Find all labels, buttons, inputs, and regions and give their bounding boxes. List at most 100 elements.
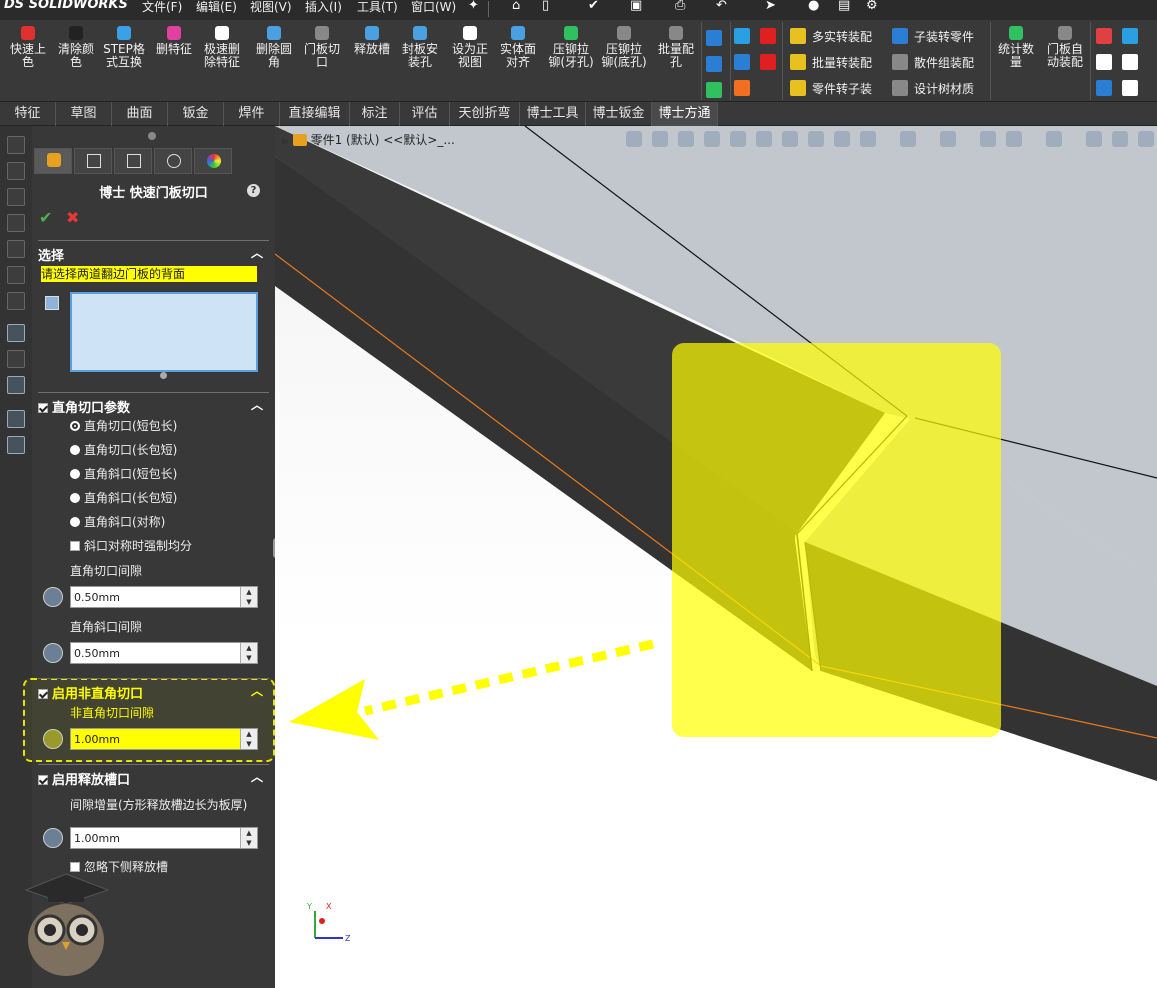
stat-count-button[interactable]: 统计数 量 xyxy=(994,26,1038,69)
tool-icon[interactable] xyxy=(7,350,25,368)
icon-g[interactable] xyxy=(734,80,750,96)
menu-edit[interactable]: 编辑(E) xyxy=(196,0,237,15)
ribbon-button[interactable]: 极速删 除特征 xyxy=(198,26,246,69)
ribbon-button[interactable]: 释放槽 xyxy=(348,26,396,56)
tab-7[interactable]: 评估 xyxy=(400,102,450,126)
ribbon-button[interactable]: 压铆拉 铆(底孔) xyxy=(598,26,650,69)
sub-part-icon[interactable] xyxy=(892,28,908,44)
ribbon-button[interactable]: 实体面 对齐 xyxy=(494,26,542,69)
menu-tools[interactable]: 工具(T) xyxy=(357,0,398,15)
relief-checkbox[interactable] xyxy=(38,775,48,785)
view-cube-icon[interactable] xyxy=(860,131,876,147)
dimxpert-tab[interactable] xyxy=(154,148,192,174)
graphics-area[interactable]: Y X Z xyxy=(275,126,1157,988)
multi-body-icon[interactable] xyxy=(790,28,806,44)
gear-icon[interactable]: ⚙ xyxy=(866,0,878,13)
gap1-input[interactable]: 0.50mm ▲ ▼ xyxy=(70,586,258,608)
section-relief[interactable]: 启用释放槽口 ︿ xyxy=(38,764,269,788)
tab-0[interactable]: 特征 xyxy=(0,102,56,126)
menu-window[interactable]: 窗口(W) xyxy=(411,0,456,15)
tool-icon[interactable] xyxy=(7,240,25,258)
section-selection[interactable]: 选择 ︿ xyxy=(38,240,269,264)
selection-box[interactable] xyxy=(70,292,258,372)
tool-icon[interactable] xyxy=(7,266,25,284)
icon-l[interactable] xyxy=(1096,80,1112,96)
tab-3[interactable]: 钣金 xyxy=(168,102,224,126)
part-sub-icon[interactable] xyxy=(790,80,806,96)
spin-up-icon[interactable]: ▲ xyxy=(241,828,257,838)
home-icon[interactable]: ⌂ xyxy=(512,0,520,13)
config-tab[interactable] xyxy=(114,148,152,174)
radio-button[interactable] xyxy=(70,517,80,527)
chevron-up-icon[interactable]: ︿ xyxy=(251,244,263,261)
tool-icon[interactable] xyxy=(7,136,25,154)
realview-icon[interactable] xyxy=(1112,131,1128,147)
menu-view[interactable]: 视图(V) xyxy=(250,0,292,15)
scale-icon[interactable] xyxy=(808,131,824,147)
view-orientation-icon[interactable] xyxy=(756,131,772,147)
section-non-right-angle[interactable]: 启用非直角切口 ︿ xyxy=(38,678,269,702)
tool-icon[interactable] xyxy=(7,410,25,428)
resize-handle[interactable] xyxy=(160,372,167,379)
tool-icon[interactable] xyxy=(7,162,25,180)
tab-1[interactable]: 草图 xyxy=(56,102,112,126)
spin-up-icon[interactable]: ▲ xyxy=(241,729,257,739)
gap2-input[interactable]: 0.50mm ▲ ▼ xyxy=(70,642,258,664)
radio-option[interactable]: 直角切口(长包短) xyxy=(70,441,177,458)
ribbon-button[interactable]: 批量配 孔 xyxy=(652,26,700,69)
tab-5[interactable]: 直接编辑 xyxy=(280,102,350,126)
spin-up-icon[interactable]: ▲ xyxy=(241,587,257,597)
right-angle-checkbox[interactable] xyxy=(38,403,48,413)
tab-2[interactable]: 曲面 xyxy=(112,102,168,126)
zoom-fit-icon[interactable] xyxy=(652,131,668,147)
tool-icon[interactable] xyxy=(7,292,25,310)
ribbon-button[interactable]: 删除圆 角 xyxy=(250,26,298,69)
radio-option[interactable]: 直角斜口(短包长) xyxy=(70,465,177,482)
icon-e[interactable] xyxy=(734,54,750,70)
monitor-icon[interactable] xyxy=(1046,131,1062,147)
ribbon-button[interactable]: 封板安 装孔 xyxy=(396,26,444,69)
tool-icon[interactable] xyxy=(7,214,25,232)
print-icon[interactable]: ⎙ xyxy=(675,0,685,13)
scissors-icon[interactable] xyxy=(706,82,722,98)
tab-6[interactable]: 标注 xyxy=(350,102,400,126)
ribbon-button[interactable]: 快速上 色 xyxy=(4,26,52,69)
parts-assembly-icon[interactable] xyxy=(892,54,908,70)
non-right-gap-input[interactable]: 1.00mm ▲ ▼ xyxy=(70,728,258,750)
select-cursor-icon[interactable]: ➤ xyxy=(765,0,776,13)
tab-4[interactable]: 焊件 xyxy=(224,102,280,126)
view-settings-icon[interactable] xyxy=(1086,131,1102,147)
ribbon-button[interactable]: 清除颜 色 xyxy=(52,26,100,69)
zoom-select-icon[interactable] xyxy=(704,131,720,147)
spin-down-icon[interactable]: ▼ xyxy=(241,739,257,749)
spin-down-icon[interactable]: ▼ xyxy=(241,597,257,607)
batch-assembly-icon[interactable] xyxy=(790,54,806,70)
expand-arrow-icon[interactable]: ▶ xyxy=(282,137,289,147)
save-icon[interactable]: ▣ xyxy=(630,0,642,13)
radio-option[interactable]: 直角斜口(长包短) xyxy=(70,489,177,506)
pin-icon[interactable]: ✦ xyxy=(468,0,479,13)
traffic-light-icon[interactable]: ● xyxy=(808,0,819,13)
tool-icon[interactable] xyxy=(7,324,25,342)
force-even-checkbox[interactable] xyxy=(70,541,80,551)
display-style-icon[interactable] xyxy=(900,131,916,147)
spin-down-icon[interactable]: ▼ xyxy=(241,653,257,663)
display-tab[interactable] xyxy=(194,148,232,174)
non-right-angle-checkbox[interactable] xyxy=(38,689,48,699)
edit-appearance-icon[interactable] xyxy=(980,131,996,147)
close-icon[interactable]: ✖ xyxy=(66,208,79,227)
tools-icon[interactable] xyxy=(834,131,850,147)
tab-8[interactable]: 天创折弯 xyxy=(450,102,520,126)
section-right-angle[interactable]: 直角切口参数 ︿ xyxy=(38,392,269,416)
radio-button[interactable] xyxy=(70,445,80,455)
icon-m[interactable] xyxy=(1122,80,1138,96)
measure-icon[interactable] xyxy=(782,131,798,147)
tool-icon[interactable] xyxy=(7,376,25,394)
previous-view-icon[interactable] xyxy=(626,131,642,147)
check-icon[interactable]: ✔ xyxy=(39,208,52,227)
relief-gap-input[interactable]: 1.00mm ▲ ▼ xyxy=(70,827,258,849)
icon-d[interactable] xyxy=(760,28,776,44)
tab-9[interactable]: 博士工具 xyxy=(520,102,586,126)
icon-i[interactable] xyxy=(1122,28,1138,44)
property-manager-tab[interactable] xyxy=(74,148,112,174)
